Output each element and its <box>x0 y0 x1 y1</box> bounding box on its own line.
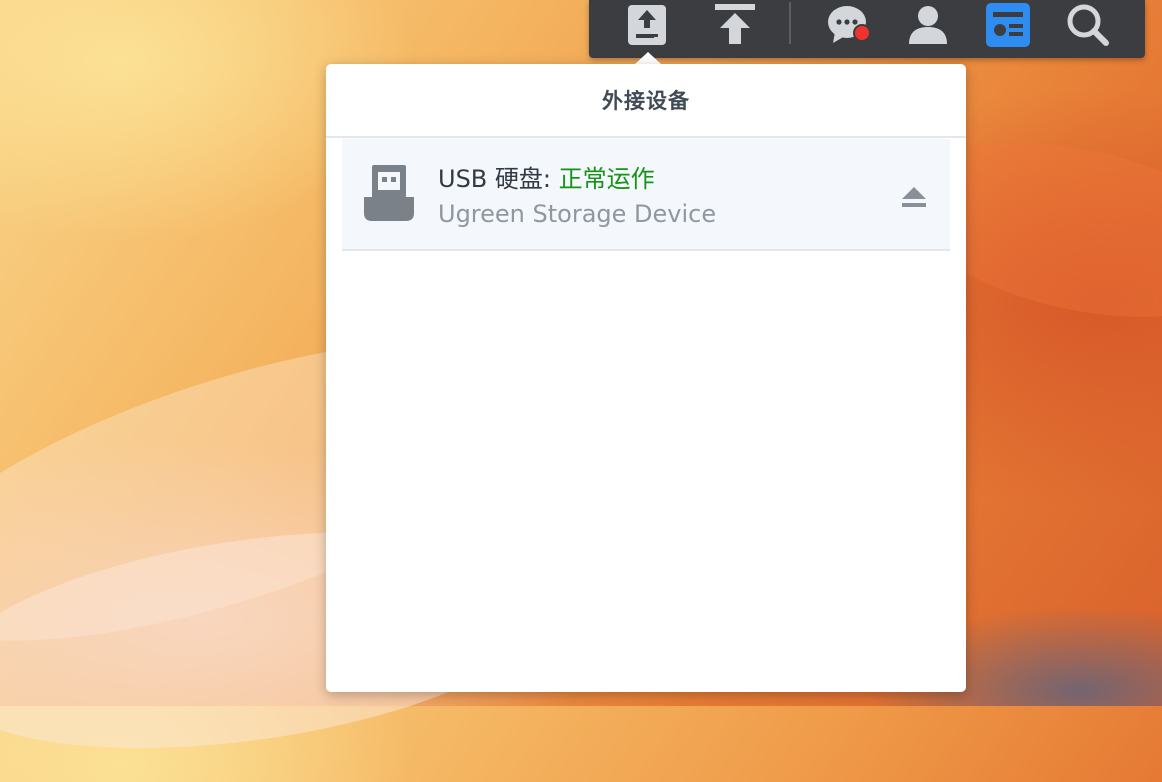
widgets-button[interactable] <box>980 0 1036 50</box>
device-status: 正常运作 <box>558 165 655 193</box>
eject-button[interactable] <box>896 179 932 215</box>
device-list-item[interactable]: USB 硬盘: 正常运作 Ugreen Storage Device <box>342 139 950 251</box>
popup-arrow <box>635 52 661 64</box>
device-type-label: USB 硬盘: <box>438 165 551 193</box>
user-button[interactable] <box>900 0 956 50</box>
external-devices-popup: 外接设备 USB 硬盘: 正常运作 Ugreen Storage Device <box>326 64 966 692</box>
search-icon <box>1067 4 1109 46</box>
usb-drive-icon <box>364 165 414 221</box>
eject-icon <box>902 187 926 207</box>
device-type-line: USB 硬盘: 正常运作 <box>438 159 655 194</box>
upload-icon <box>715 4 755 44</box>
external-devices-button[interactable] <box>619 0 675 50</box>
upload-button[interactable] <box>707 0 763 50</box>
user-icon <box>909 6 947 44</box>
device-name: Ugreen Storage Device <box>438 200 717 228</box>
popup-title: 外接设备 <box>602 89 690 113</box>
notification-badge <box>853 24 871 42</box>
external-device-icon <box>628 5 666 45</box>
widgets-icon <box>986 3 1030 47</box>
notifications-button[interactable] <box>821 0 877 50</box>
top-taskbar <box>589 0 1145 58</box>
popup-header: 外接设备 <box>326 64 966 138</box>
taskbar-divider <box>789 2 791 44</box>
search-button[interactable] <box>1060 0 1116 50</box>
